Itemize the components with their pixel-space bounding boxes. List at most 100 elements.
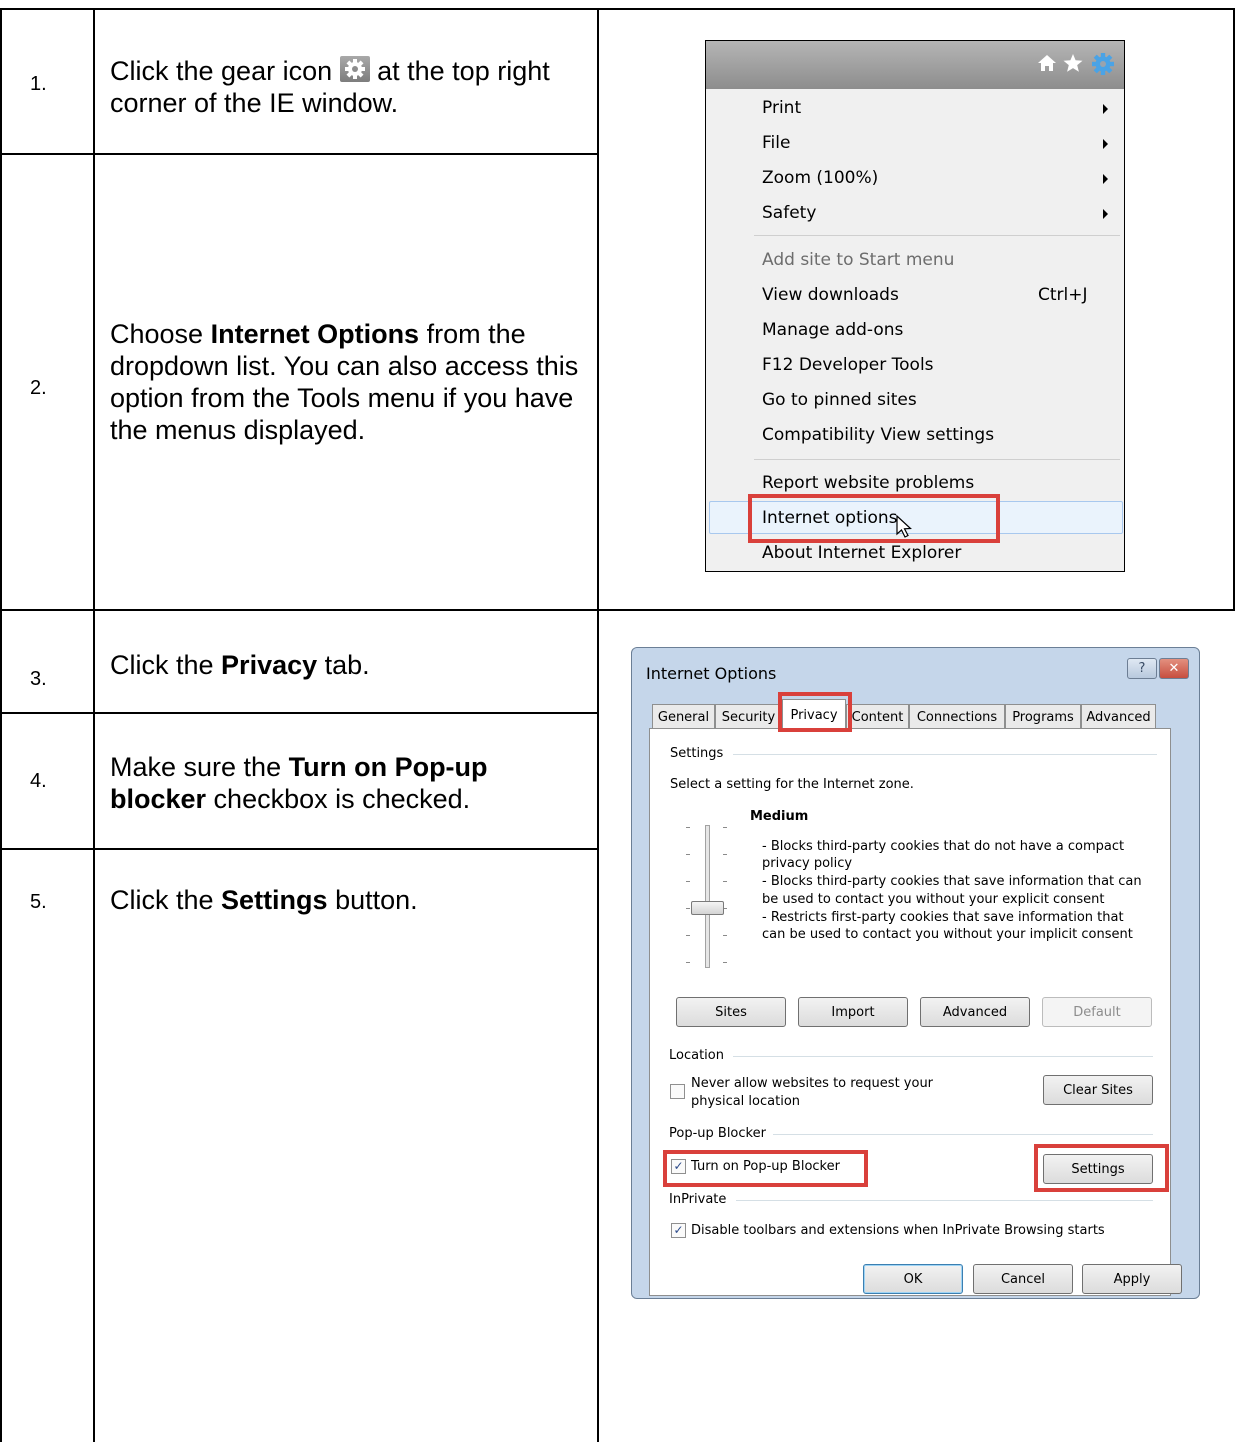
group-divider <box>733 754 1157 755</box>
internet-options-highlight-box <box>748 494 1000 543</box>
table-row-divider-1-2 <box>0 153 599 155</box>
step-number: 2. <box>30 377 47 399</box>
cancel-button[interactable]: Cancel <box>973 1264 1073 1294</box>
step-text: Click the gear icon at the top right cor… <box>110 55 580 119</box>
tab-programs[interactable]: Programs <box>1005 704 1081 729</box>
submenu-arrow-icon <box>1103 174 1108 184</box>
menu-item-add-site-to-start-menu: Add site to Start menu <box>762 250 955 270</box>
tab-security[interactable]: Security <box>715 704 782 729</box>
gear-icon[interactable] <box>1091 52 1115 81</box>
tab-content[interactable]: Content <box>846 704 909 729</box>
slider-tick <box>723 962 727 963</box>
menu-item-manage-add-ons[interactable]: Manage add-ons <box>762 320 903 340</box>
slider-tick <box>723 881 727 882</box>
slider-tick <box>686 935 690 936</box>
home-icon[interactable] <box>1036 52 1058 79</box>
privacy-description-line: be used to contact you without your expl… <box>762 892 1105 907</box>
location-checkbox-label: physical location <box>691 1094 801 1109</box>
tab-advanced[interactable]: Advanced <box>1081 704 1156 729</box>
menu-item-view-downloads[interactable]: View downloads <box>762 285 899 305</box>
tab-connections[interactable]: Connections <box>909 704 1005 729</box>
step-text-bold: Settings <box>221 885 328 915</box>
menu-item-print[interactable]: Print <box>762 98 801 118</box>
sites-button[interactable]: Sites <box>676 997 786 1027</box>
favorites-star-icon[interactable] <box>1062 52 1084 79</box>
zone-description: Select a setting for the Internet zone. <box>670 777 914 792</box>
menu-item-compatibility-view-settings[interactable]: Compatibility View settings <box>762 425 994 445</box>
step-number: 1. <box>30 73 47 95</box>
gear-icon <box>339 56 370 82</box>
step-text-segment: Click the gear icon <box>110 56 333 86</box>
slider-tick <box>723 935 727 936</box>
group-divider <box>733 1056 1153 1057</box>
slider-tick <box>723 827 727 828</box>
step-text-segment: tab. <box>317 650 370 680</box>
step-text: Click the Settings button. <box>110 884 580 916</box>
menu-item-f12-developer-tools[interactable]: F12 Developer Tools <box>762 355 934 375</box>
menu-item-safety[interactable]: Safety <box>762 203 816 223</box>
slider-tick <box>686 962 690 963</box>
step-number: 3. <box>30 668 47 690</box>
privacy-level-slider-thumb[interactable] <box>691 901 724 915</box>
settings-button-highlight-box <box>1034 1144 1169 1192</box>
privacy-tab-highlight-box <box>778 692 852 732</box>
submenu-arrow-icon <box>1103 139 1108 149</box>
menu-shortcut: Ctrl+J <box>1038 285 1088 305</box>
advanced-button[interactable]: Advanced <box>920 997 1030 1027</box>
privacy-description-line: can be used to contact you without your … <box>762 927 1133 942</box>
step-text: Make sure the Turn on Pop-up blocker che… <box>110 751 580 815</box>
privacy-tab-panel: Settings Select a setting for the Intern… <box>649 728 1171 1296</box>
inprivate-group-label: InPrivate <box>669 1192 727 1207</box>
popup-blocker-group-label: Pop-up Blocker <box>669 1126 766 1141</box>
apply-button[interactable]: Apply <box>1082 1264 1182 1294</box>
step-text: Click the Privacy tab. <box>110 649 580 681</box>
privacy-description-line: privacy policy <box>762 856 853 871</box>
privacy-description-line: - Blocks third-party cookies that do not… <box>762 839 1125 854</box>
step-text-segment: button. <box>327 885 418 915</box>
location-checkbox-label: Never allow websites to request your <box>691 1076 934 1091</box>
menu-item-about-internet-explorer[interactable]: About Internet Explorer <box>762 543 961 563</box>
step-text-bold: Internet Options <box>210 319 420 349</box>
slider-tick <box>686 827 690 828</box>
help-button[interactable]: ? <box>1127 658 1157 679</box>
disable-toolbars-inprivate-checkbox[interactable]: ✓ <box>671 1223 686 1238</box>
menu-item-file[interactable]: File <box>762 133 790 153</box>
table-border-top <box>0 8 1235 10</box>
step-text-segment: checkbox is checked. <box>206 784 471 814</box>
step-text: Choose Internet Options from the dropdow… <box>110 318 580 446</box>
inprivate-checkbox-label: Disable toolbars and extensions when InP… <box>691 1223 1105 1238</box>
privacy-description-line: - Blocks third-party cookies that save i… <box>762 874 1142 889</box>
menu-item-zoom[interactable]: Zoom (100%) <box>762 168 878 188</box>
menu-item-report-website-problems[interactable]: Report website problems <box>762 473 974 493</box>
clear-sites-button[interactable]: Clear Sites <box>1043 1075 1153 1105</box>
default-button: Default <box>1042 997 1152 1027</box>
privacy-description-line: - Restricts first-party cookies that sav… <box>762 910 1124 925</box>
group-divider <box>773 1134 1153 1135</box>
table-column-divider-2 <box>597 8 599 1442</box>
step-text-bold: Privacy <box>221 650 318 680</box>
step-number: 4. <box>30 770 47 792</box>
import-button[interactable]: Import <box>798 997 908 1027</box>
ok-button[interactable]: OK <box>863 1264 963 1294</box>
location-group-label: Location <box>669 1048 724 1063</box>
tab-general[interactable]: General <box>652 704 715 729</box>
submenu-arrow-icon <box>1103 104 1108 114</box>
slider-tick <box>723 854 727 855</box>
never-allow-location-checkbox[interactable] <box>670 1084 685 1099</box>
close-button[interactable]: ✕ <box>1159 658 1189 679</box>
group-divider <box>736 1200 1153 1201</box>
step-text-segment: Make sure the <box>110 752 289 782</box>
slider-tick <box>686 881 690 882</box>
table-row-divider-4-5 <box>0 848 599 850</box>
step-number: 5. <box>30 891 47 913</box>
privacy-level-slider-track[interactable] <box>705 825 710 968</box>
ie-tools-menu-screenshot: Print File Zoom (100%) Safety Add site t… <box>705 40 1125 572</box>
step-text-segment: Click the <box>110 650 222 680</box>
menu-item-go-to-pinned-sites[interactable]: Go to pinned sites <box>762 390 917 410</box>
table-row-divider-2-3 <box>0 609 1235 611</box>
table-column-divider-1 <box>93 8 95 1442</box>
dialog-title: Internet Options <box>646 664 777 683</box>
slider-tick <box>686 854 690 855</box>
menu-separator <box>754 235 1120 236</box>
settings-group-label: Settings <box>670 746 724 761</box>
